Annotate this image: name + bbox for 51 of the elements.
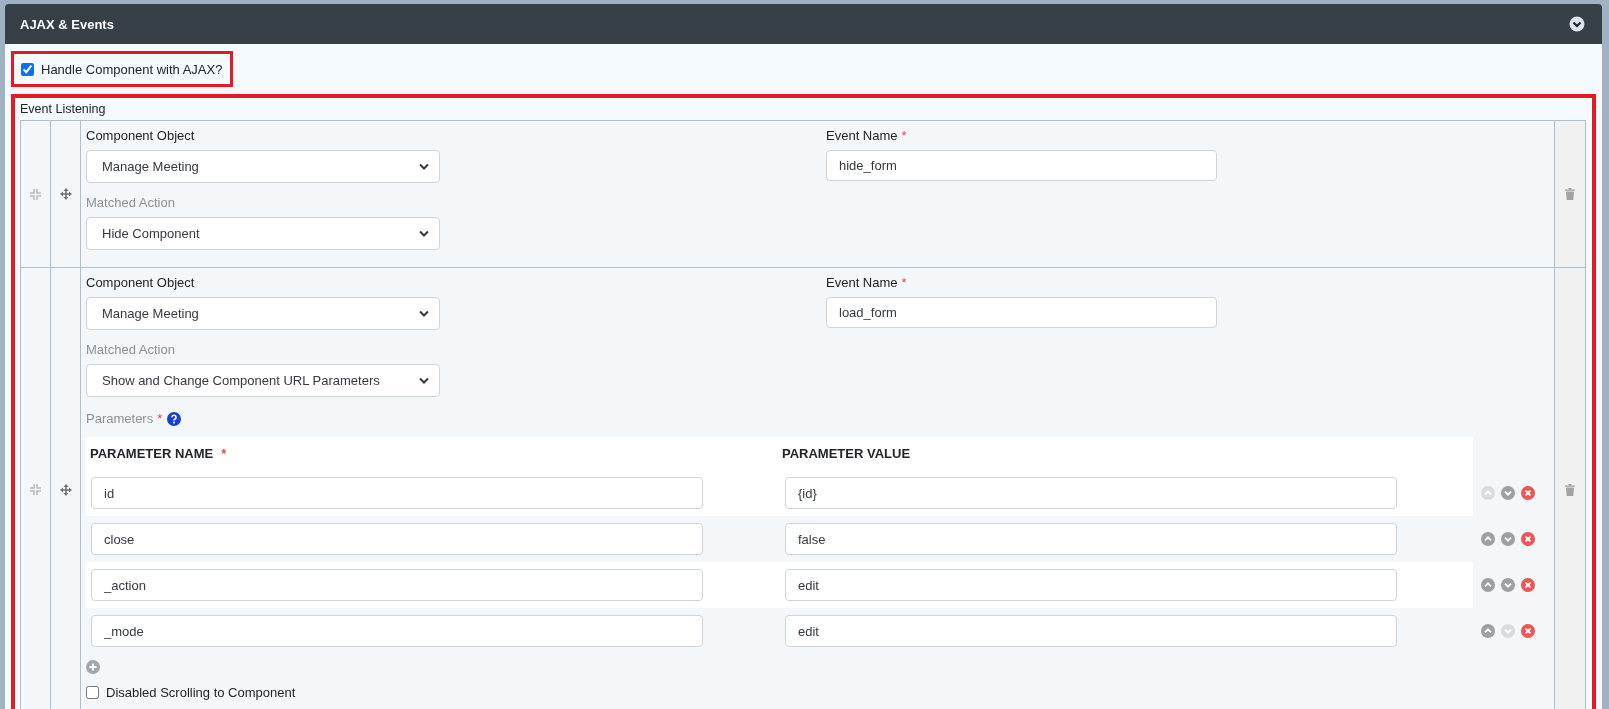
checkbox[interactable]: [86, 685, 99, 699]
chevron-down-icon: [419, 230, 429, 237]
text-field[interactable]: edit: [785, 615, 1397, 647]
text-field[interactable]: close: [91, 523, 703, 555]
field-label: Component Object: [86, 127, 196, 145]
field-label: Event Name *: [826, 127, 908, 145]
text-field[interactable]: false: [785, 523, 1397, 555]
field-label: Event Name *: [826, 274, 908, 292]
chevron-down-icon: [419, 310, 429, 317]
chevron-down-icon: [419, 377, 429, 384]
column-header: PARAMETER NAME *: [89, 446, 228, 461]
remove-icon[interactable]: [1521, 624, 1535, 638]
chevron-up-icon[interactable]: [1481, 578, 1495, 592]
field-label: Parameters *: [86, 410, 163, 428]
text-field[interactable]: load_form: [826, 297, 1217, 328]
move-icon[interactable]: [59, 188, 72, 200]
help-icon[interactable]: [167, 412, 182, 426]
chevron-down-icon[interactable]: [1569, 16, 1585, 32]
add-icon[interactable]: [86, 660, 100, 674]
remove-icon[interactable]: [1521, 578, 1535, 592]
chevron-up-icon[interactable]: [1481, 486, 1495, 500]
checkbox-label: Disabled Scrolling to Component: [106, 684, 296, 700]
checkbox[interactable]: [21, 62, 34, 76]
chevron-down-icon: [419, 163, 429, 170]
compress-icon[interactable]: [30, 188, 41, 200]
field-label: Matched Action: [86, 194, 176, 212]
text-field[interactable]: hide_form: [826, 150, 1217, 181]
text-field[interactable]: edit: [785, 569, 1397, 601]
move-icon[interactable]: [59, 483, 72, 496]
dropdown[interactable]: Manage Meeting: [86, 150, 440, 183]
column-header: PARAMETER VALUE: [781, 446, 912, 461]
panel-title: AJAX & Events: [20, 16, 114, 32]
text-field[interactable]: {id}: [785, 477, 1397, 509]
remove-icon[interactable]: [1521, 486, 1535, 500]
trash-icon[interactable]: [1565, 483, 1575, 496]
dropdown[interactable]: Show and Change Component URL Parameters: [86, 364, 440, 397]
field-label: Component Object: [86, 274, 196, 292]
panel-header[interactable]: AJAX & Events: [5, 4, 1602, 44]
chevron-up-icon[interactable]: [1481, 532, 1495, 546]
chevron-up-icon[interactable]: [1481, 624, 1495, 638]
dropdown[interactable]: Hide Component: [86, 217, 440, 250]
remove-icon[interactable]: [1521, 532, 1535, 546]
checkbox-label: Handle Component with AJAX?: [41, 61, 223, 77]
dropdown[interactable]: Manage Meeting: [86, 297, 440, 330]
text-field[interactable]: _action: [91, 569, 703, 601]
trash-icon[interactable]: [1565, 188, 1575, 200]
text-field[interactable]: id: [91, 477, 703, 509]
compress-icon[interactable]: [30, 484, 41, 495]
section-label: Event Listening: [20, 101, 107, 118]
text-field[interactable]: _mode: [91, 615, 703, 647]
field-label: Matched Action: [86, 341, 176, 359]
